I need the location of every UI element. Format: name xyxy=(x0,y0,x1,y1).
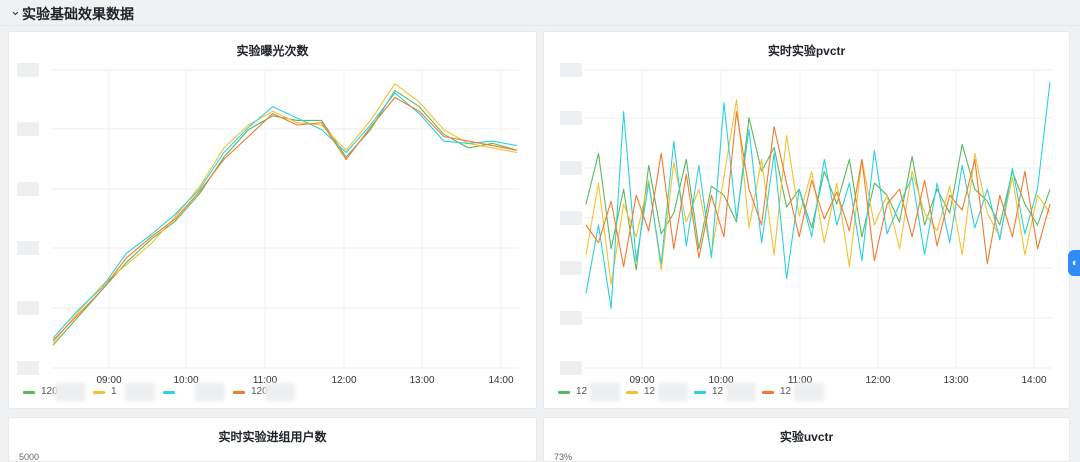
series-line-2 xyxy=(585,99,1051,286)
legend-label: 12 xyxy=(576,386,588,397)
redacted-y-label xyxy=(560,261,582,275)
x-tick-label: 13:00 xyxy=(409,375,434,386)
redacted-legend-text xyxy=(590,383,620,401)
redacted-legend-text xyxy=(794,383,824,401)
redacted-legend-text xyxy=(125,383,155,401)
headset-icon: ◖ xyxy=(1070,257,1078,269)
legend-label: 1 xyxy=(111,386,117,397)
y-axis-top-label: 5000 xyxy=(19,452,40,462)
redacted-y-label xyxy=(560,361,582,375)
x-tick-label: 12:00 xyxy=(865,375,890,386)
redacted-legend-text xyxy=(726,383,756,401)
legend-swatch xyxy=(93,391,105,394)
x-tick-label: 12:00 xyxy=(331,375,356,386)
pvctr-chart: 09:00 10:00 11:00 12:00 13:00 14:00 xyxy=(560,63,1052,386)
floating-side-button[interactable]: ◖ xyxy=(1068,250,1080,276)
legend-label: 12 xyxy=(780,386,792,397)
series-line-2 xyxy=(52,83,518,344)
series-line-1 xyxy=(585,117,1051,271)
x-tick-label: 14:00 xyxy=(1021,375,1046,386)
legend-label: 12 xyxy=(644,386,656,397)
legend-label: 12 xyxy=(712,386,724,397)
x-tick-label: 14:00 xyxy=(488,375,513,386)
chart-title: 实时实验进组用户数 xyxy=(218,430,327,444)
chevron-down-icon[interactable]: ⌄ xyxy=(10,3,21,19)
redacted-y-label xyxy=(17,301,39,315)
chart-panel-exposure: 实验曝光次数 09:00 10:00 11:00 12:00 13:00 14:00 12… xyxy=(8,31,537,409)
redacted-y-label xyxy=(560,161,582,175)
x-tick-label: 09:00 xyxy=(629,375,654,386)
chart-panel-uvctr: 实验uvctr 73% xyxy=(543,417,1070,462)
redacted-legend-text xyxy=(55,383,85,401)
redacted-y-label xyxy=(560,311,582,325)
x-tick-label: 09:00 xyxy=(96,375,121,386)
legend-swatch xyxy=(23,391,35,394)
legend-swatch xyxy=(233,391,245,394)
series-line-4 xyxy=(52,96,518,341)
redacted-y-label xyxy=(17,182,39,196)
redacted-y-label xyxy=(560,211,582,225)
redacted-legend-text xyxy=(658,383,688,401)
redacted-y-label xyxy=(17,122,39,136)
chart-panel-group-users: 实时实验进组用户数 5000 xyxy=(8,417,537,462)
y-axis-top-label: 73% xyxy=(554,452,573,462)
legend-swatch xyxy=(163,391,175,394)
legend-swatch xyxy=(626,391,638,394)
exposure-chart: 09:00 10:00 11:00 12:00 13:00 14:00 xyxy=(17,63,519,386)
chart-panel-pvctr: 实时实验pvctr 09:00 10:00 11:00 12:00 13:00 14:00… xyxy=(543,31,1070,409)
section-title: 实验基础效果数据 xyxy=(22,6,134,22)
redacted-legend-text xyxy=(195,383,225,401)
redacted-legend-text xyxy=(265,383,295,401)
chart-title: 实验uvctr xyxy=(779,430,834,444)
redacted-y-label xyxy=(560,63,582,77)
redacted-y-label xyxy=(560,111,582,125)
redacted-y-label xyxy=(17,361,39,375)
redacted-y-label xyxy=(17,241,39,255)
series-line-4 xyxy=(585,111,1051,268)
section-header[interactable]: ⌄ 实验基础效果数据 xyxy=(0,0,1080,26)
legend-swatch xyxy=(558,391,570,394)
series-line-3 xyxy=(52,92,518,339)
x-tick-label: 13:00 xyxy=(943,375,968,386)
legend-swatch xyxy=(694,391,706,394)
redacted-y-label xyxy=(17,63,39,77)
legend-swatch xyxy=(762,391,774,394)
